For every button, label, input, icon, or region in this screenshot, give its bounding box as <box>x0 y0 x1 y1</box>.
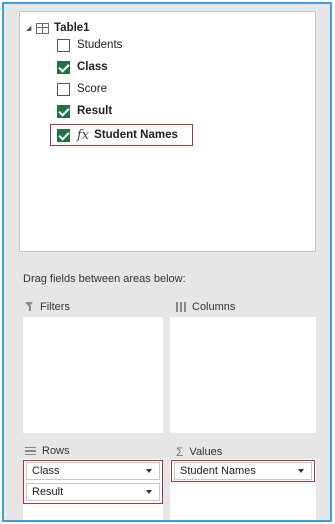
columns-label: Columns <box>192 301 236 313</box>
field-label: Result <box>77 105 113 117</box>
table-name: Table1 <box>54 22 90 34</box>
sigma-icon: Σ <box>176 445 184 459</box>
filter-icon <box>25 302 34 312</box>
drag-hint: Drag fields between areas below: <box>23 273 186 285</box>
pivot-field-pane: ◢ Table1 Students Class Score Result fx … <box>2 2 332 522</box>
filters-header: Filters <box>25 301 70 313</box>
rows-icon <box>25 446 36 456</box>
rows-header: Rows <box>25 445 70 457</box>
columns-header: Columns <box>176 301 235 313</box>
field-label: Score <box>77 83 108 95</box>
filters-label: Filters <box>40 301 70 313</box>
rows-label: Rows <box>42 445 70 457</box>
field-result[interactable]: Result <box>57 102 112 120</box>
field-score[interactable]: Score <box>57 80 107 98</box>
values-header: Σ Values <box>176 445 222 459</box>
field-label: Class <box>77 61 108 73</box>
checkbox-class[interactable] <box>57 60 70 74</box>
highlight-rows-items <box>23 460 163 504</box>
columns-icon <box>176 302 186 312</box>
highlight-student-names <box>50 124 193 146</box>
checkbox-result[interactable] <box>57 104 70 118</box>
table-icon <box>36 22 49 34</box>
checkbox-students[interactable] <box>57 38 70 52</box>
values-label: Values <box>189 446 223 458</box>
table-node[interactable]: ◢ Table1 <box>26 20 90 36</box>
highlight-values-item <box>171 460 315 482</box>
collapse-triangle-icon[interactable]: ◢ <box>26 24 36 32</box>
field-label: Students <box>77 39 123 51</box>
columns-drop-area[interactable] <box>170 317 316 433</box>
field-class[interactable]: Class <box>57 58 108 76</box>
filters-drop-area[interactable] <box>23 317 163 433</box>
field-list[interactable]: ◢ Table1 Students Class Score Result fx … <box>19 11 316 252</box>
field-students[interactable]: Students <box>57 36 122 54</box>
checkbox-score[interactable] <box>57 82 70 96</box>
